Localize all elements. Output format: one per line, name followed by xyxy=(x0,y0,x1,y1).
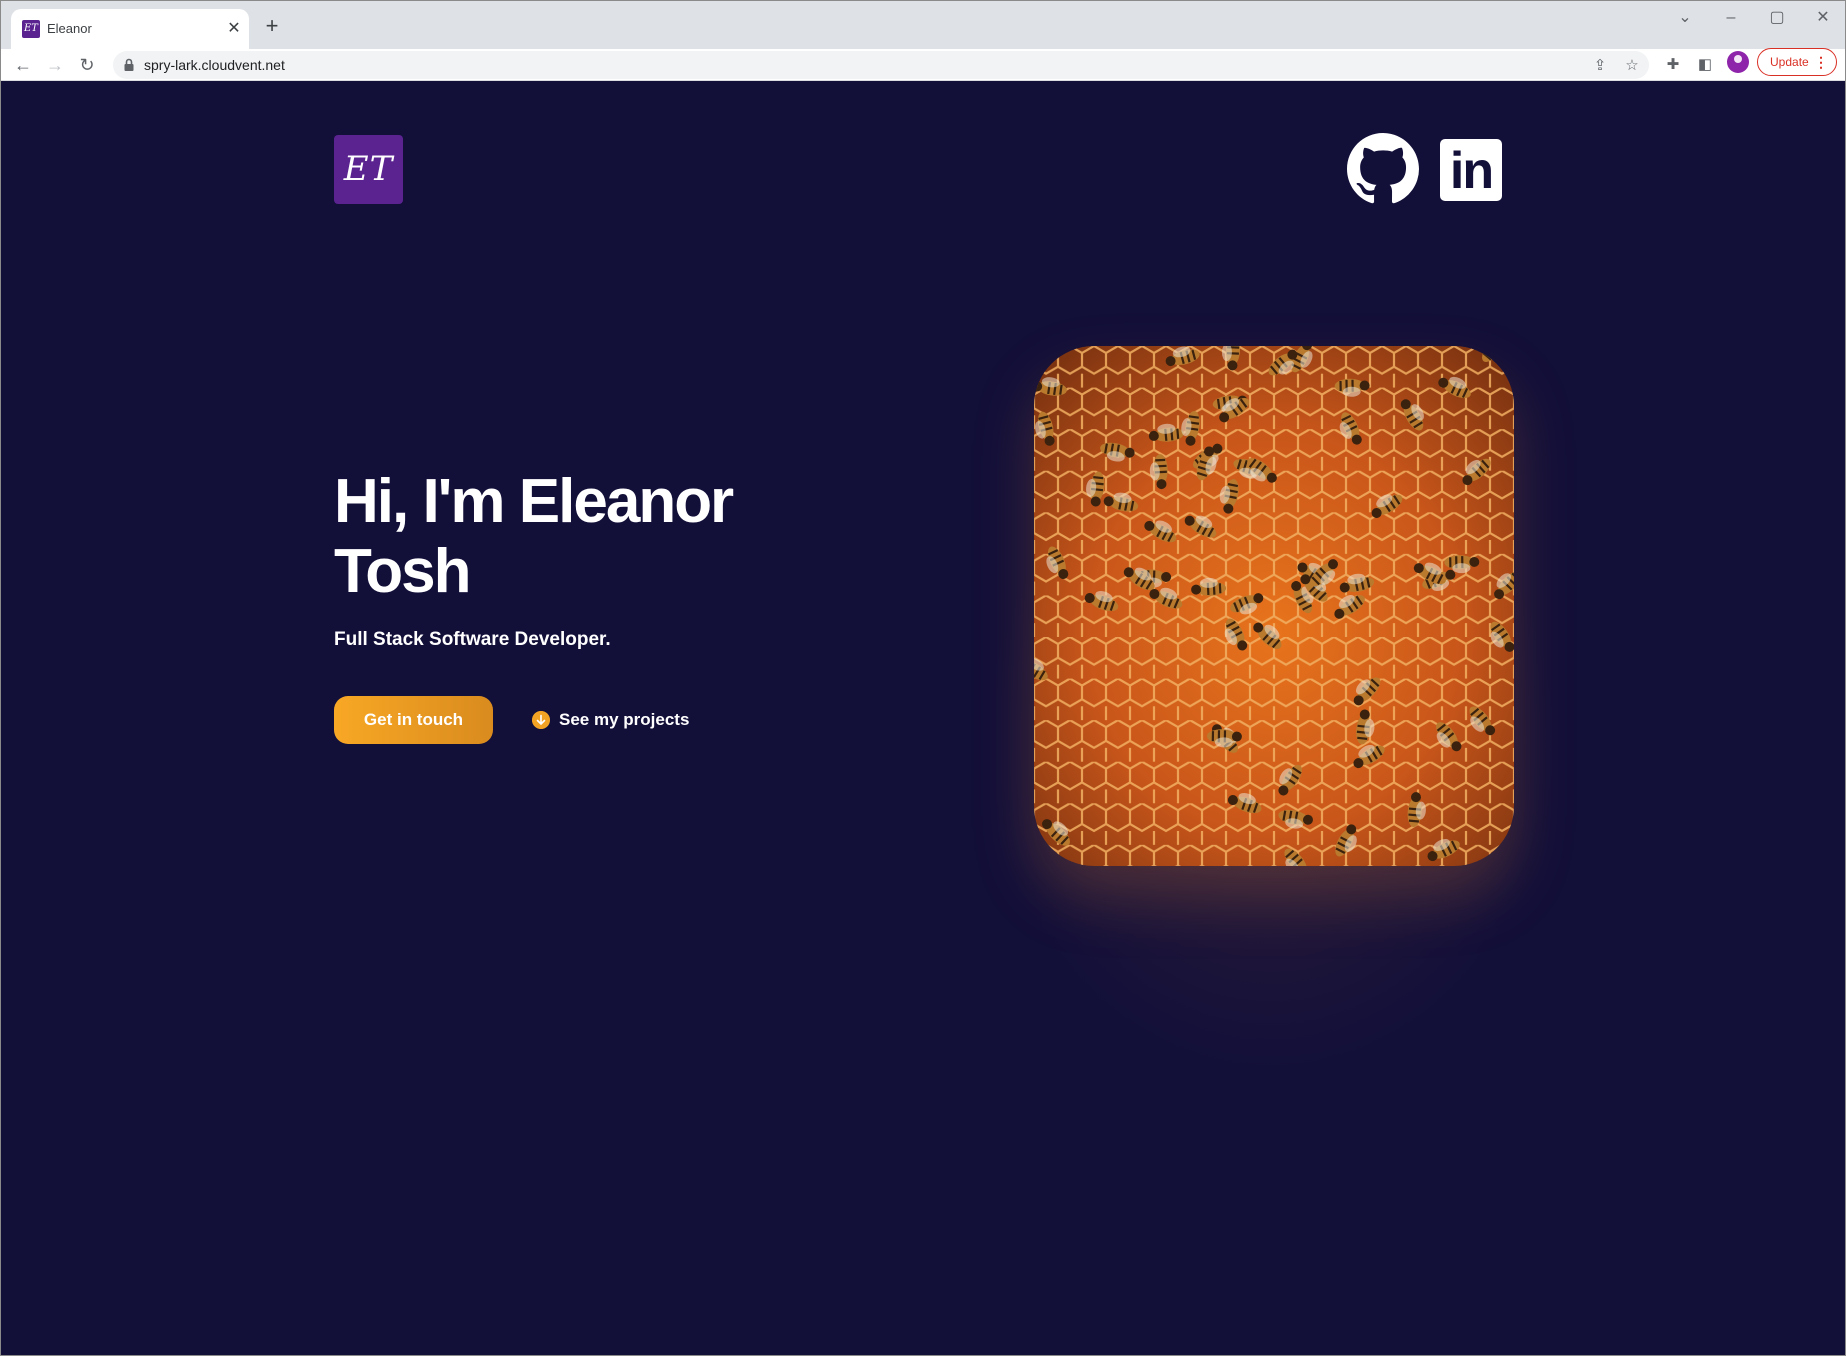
linkedin-icon[interactable]: in xyxy=(1440,139,1502,201)
github-icon[interactable] xyxy=(1347,133,1419,205)
window-close-icon[interactable]: ✕ xyxy=(1808,7,1838,29)
tab-strip: ET Eleanor ✕ + ⌄ – ▢ ✕ xyxy=(1,1,1845,49)
reload-icon[interactable]: ↻ xyxy=(75,53,99,77)
maximize-icon[interactable]: ▢ xyxy=(1762,7,1792,29)
lock-icon[interactable] xyxy=(121,57,137,73)
menu-icon[interactable]: ⋮ xyxy=(1814,49,1828,75)
back-icon[interactable]: ← xyxy=(11,53,35,77)
linkedin-icon-text: in xyxy=(1449,142,1494,200)
page-title: Hi, I'm Eleanor Tosh xyxy=(334,467,734,606)
url-text: spry-lark.cloudvent.net xyxy=(144,57,285,73)
profile-icon[interactable] xyxy=(1727,51,1749,73)
address-bar[interactable]: spry-lark.cloudvent.net ⇪ ☆ xyxy=(113,51,1649,79)
new-tab-icon[interactable]: + xyxy=(261,15,283,37)
page-content: ET in Hi, I'm Eleanor Tosh Full Stack So… xyxy=(1,81,1845,1355)
arrow-down-icon xyxy=(532,711,550,729)
browser-window: ET Eleanor ✕ + ⌄ – ▢ ✕ ← → ↻ spry-lark.c… xyxy=(0,0,1846,1356)
minimize-icon[interactable]: – xyxy=(1716,7,1746,29)
update-label: Update xyxy=(1770,55,1809,69)
site-logo[interactable]: ET xyxy=(334,135,403,204)
get-in-touch-button[interactable]: Get in touch xyxy=(334,696,493,744)
share-icon[interactable]: ⇪ xyxy=(1589,55,1611,77)
honeycomb-bees-photo xyxy=(1034,346,1514,866)
logo-text: ET xyxy=(343,149,394,189)
extensions-icon[interactable]: ✚ xyxy=(1662,54,1684,76)
browser-tab[interactable]: ET Eleanor ✕ xyxy=(11,9,249,49)
hero-photo xyxy=(1034,346,1514,866)
close-icon[interactable]: ✕ xyxy=(225,20,243,38)
favicon-icon: ET xyxy=(22,20,40,38)
update-button[interactable]: Update ⋮ xyxy=(1757,48,1837,76)
tab-search-icon[interactable]: ⌄ xyxy=(1670,7,1700,29)
tab-title: Eleanor xyxy=(47,21,92,36)
side-panel-icon[interactable]: ◧ xyxy=(1694,54,1716,76)
star-icon[interactable]: ☆ xyxy=(1621,55,1643,77)
see-projects-label: See my projects xyxy=(559,710,690,729)
browser-toolbar: ← → ↻ spry-lark.cloudvent.net ⇪ ☆ ✚ ◧ xyxy=(1,49,1845,81)
forward-icon[interactable]: → xyxy=(43,53,67,77)
hero-subtitle: Full Stack Software Developer. xyxy=(334,629,611,650)
